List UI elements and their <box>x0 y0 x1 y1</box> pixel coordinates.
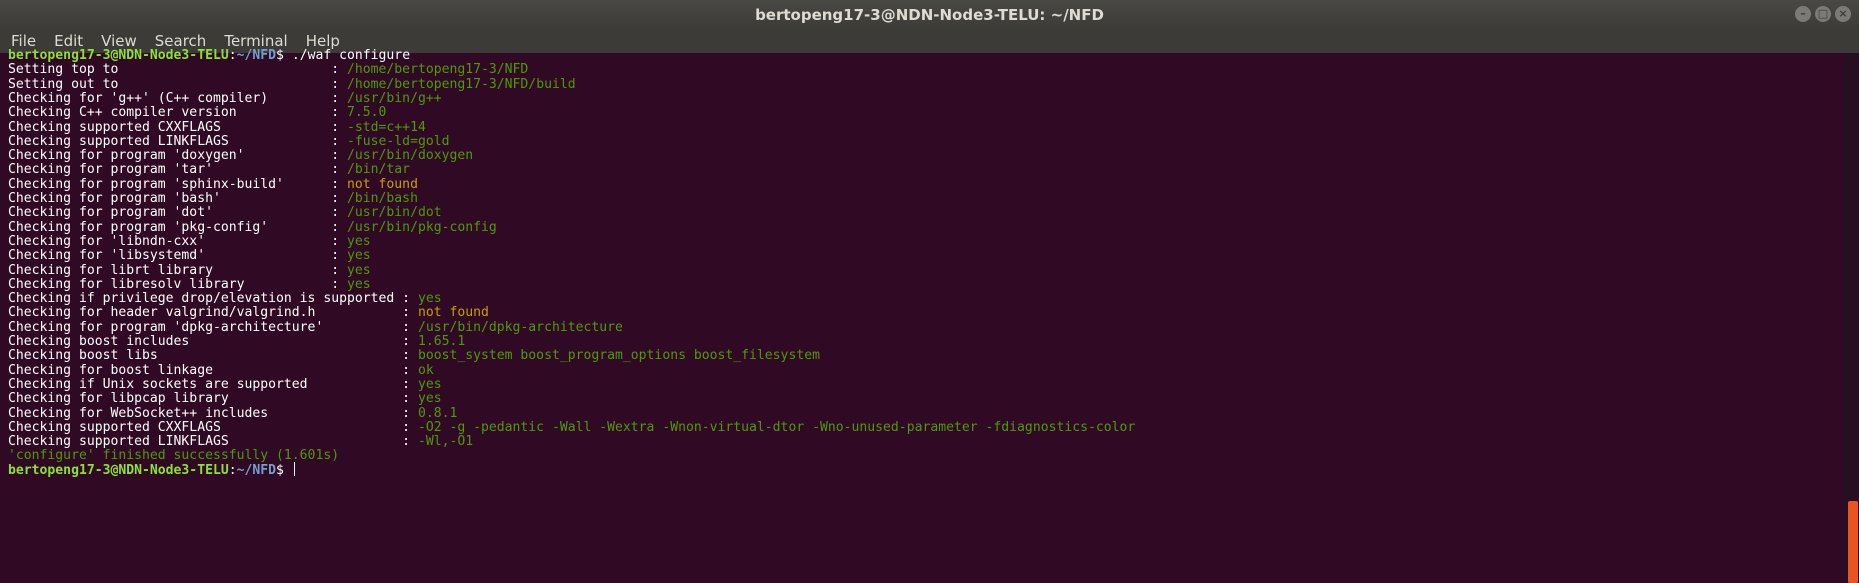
scrollbar[interactable] <box>1844 53 1859 583</box>
prompt-suffix: $ <box>276 462 292 478</box>
check-result: -O2 -g -pedantic -Wall -Wextra -Wnon-vir… <box>417 419 1136 435</box>
check-separator: : <box>402 434 418 450</box>
prompt-path: ~/NFD <box>236 462 277 478</box>
maximize-button[interactable]: □ <box>1815 6 1831 22</box>
close-button[interactable]: × <box>1835 6 1851 22</box>
text-cursor <box>293 461 295 476</box>
title-bar: bertopeng17-3@NDN-Node3-TELU: ~/NFD – □ … <box>0 0 1859 30</box>
check-result: boost_system boost_program_options boost… <box>417 348 820 364</box>
minimize-button[interactable]: – <box>1795 6 1811 22</box>
prompt-user: bertopeng17-3@NDN-Node3-TELU <box>8 462 229 478</box>
check-result: -Wl,-O1 <box>417 434 474 450</box>
active-prompt[interactable]: bertopeng17-3@NDN-Node3-TELU:~/NFD$ <box>8 461 295 479</box>
window-controls: – □ × <box>1795 6 1851 22</box>
prompt-separator: : <box>228 462 237 478</box>
window-title: bertopeng17-3@NDN-Node3-TELU: ~/NFD <box>755 6 1104 24</box>
scrollbar-thumb[interactable] <box>1848 501 1858 583</box>
terminal-output[interactable]: bertopeng17-3@NDN-Node3-TELU:~/NFD$ ./wa… <box>0 48 1844 583</box>
